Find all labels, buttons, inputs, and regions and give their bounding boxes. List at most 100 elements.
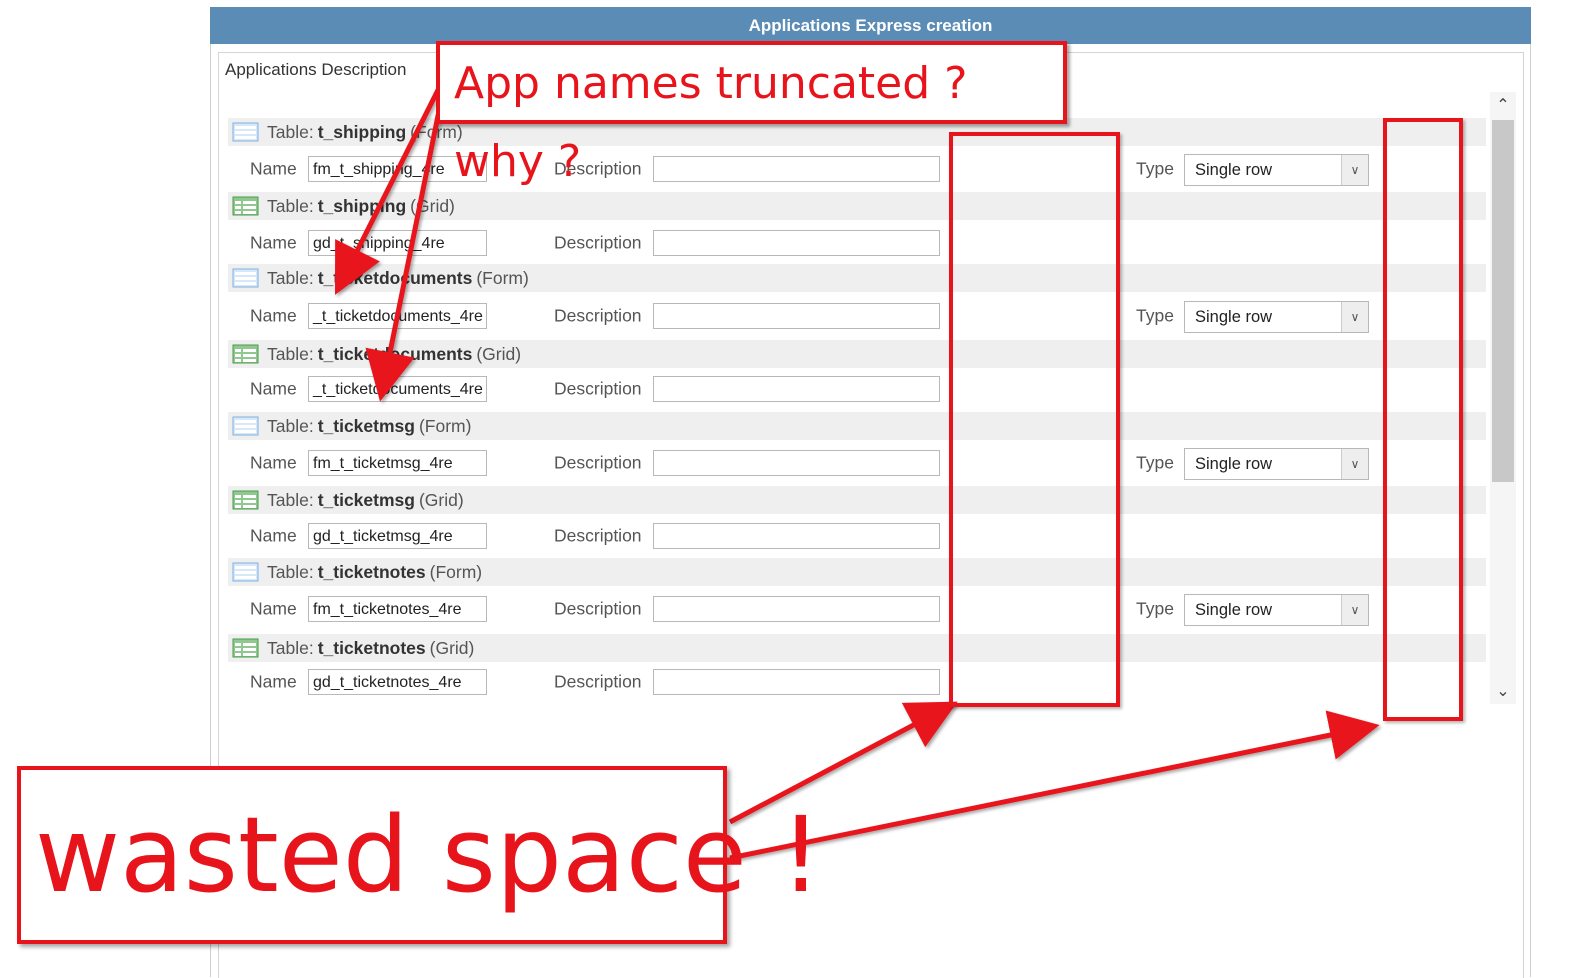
table-prefix: Table:: [267, 637, 314, 658]
table-kind: (Grid): [429, 637, 475, 658]
description-input[interactable]: [653, 303, 940, 329]
name-label: Name: [250, 671, 297, 692]
grid-icon: [232, 344, 259, 364]
name-input[interactable]: fm_t_ticketnotes_4re: [308, 596, 487, 622]
name-input[interactable]: fm_t_ticketmsg_4re: [308, 450, 487, 476]
table-header: Table: t_shipping (Grid): [228, 192, 1486, 220]
panel-legend: Applications Description: [225, 60, 407, 79]
table-name: t_ticketmsg: [317, 489, 415, 510]
scroll-thumb[interactable]: [1492, 120, 1514, 482]
name-input[interactable]: _t_ticketdocuments_4re: [308, 303, 487, 329]
table-kind: (Form): [418, 415, 472, 436]
callout-truncated-names: App names truncated ? why ?: [436, 41, 1067, 187]
name-label: Name: [250, 305, 297, 326]
description-label: Description: [554, 452, 642, 473]
description-input[interactable]: [653, 376, 940, 402]
table-header: Table: t_ticketdocuments (Form): [228, 264, 1486, 292]
type-select-value: Single row: [1195, 161, 1273, 179]
table-header: Table: t_ticketmsg (Grid): [228, 486, 1486, 514]
callout-wasted-space: wasted space !: [17, 766, 822, 944]
table-header: Table: t_ticketnotes (Grid): [228, 634, 1486, 662]
name-label: Name: [250, 232, 297, 253]
table-prefix: Table:: [267, 195, 314, 216]
type-label: Type: [1136, 305, 1174, 326]
type-select[interactable]: Single row ∨: [1184, 594, 1369, 626]
description-input[interactable]: [653, 230, 940, 256]
chevron-down-icon[interactable]: ∨: [1341, 155, 1368, 185]
chevron-down-icon[interactable]: ∨: [1341, 449, 1368, 479]
description-label: Description: [554, 598, 642, 619]
type-select-value: Single row: [1195, 455, 1273, 473]
form-icon: [232, 122, 259, 142]
table-prefix: Table:: [267, 415, 314, 436]
type-select-value: Single row: [1195, 601, 1273, 619]
description-input[interactable]: [653, 596, 940, 622]
table-prefix: Table:: [267, 343, 314, 364]
application-row: Name _t_ticketdocuments_4re Description: [228, 373, 1486, 405]
table-name: t_ticketnotes: [317, 637, 426, 658]
grid-icon: [232, 196, 259, 216]
name-input[interactable]: gd_t_shipping_4re: [308, 230, 487, 256]
grid-icon: [232, 638, 259, 658]
description-label: Description: [554, 525, 642, 546]
application-row: Name fm_t_ticketmsg_4re Description Type…: [228, 447, 1486, 480]
type-label: Type: [1136, 452, 1174, 473]
type-select[interactable]: Single row ∨: [1184, 301, 1369, 333]
name-input[interactable]: _t_ticketdocuments_4re: [308, 376, 487, 402]
name-label: Name: [250, 452, 297, 473]
description-input[interactable]: [653, 523, 940, 549]
description-label: Description: [554, 378, 642, 399]
grid-icon: [232, 490, 259, 510]
application-row: Name fm_t_shipping_4re Description Type S…: [228, 153, 1486, 186]
table-prefix: Table:: [267, 561, 314, 582]
table-prefix: Table:: [267, 121, 314, 142]
type-label: Type: [1136, 598, 1174, 619]
frame-right-border: [1530, 44, 1531, 977]
table-header: Table: t_ticketnotes (Form): [228, 558, 1486, 586]
table-name: t_shipping: [317, 195, 407, 216]
table-kind: (Grid): [476, 343, 522, 364]
name-label: Name: [250, 158, 297, 179]
table-name: t_ticketmsg: [317, 415, 415, 436]
description-label: Description: [554, 232, 642, 253]
application-row: Name gd_t_ticketmsg_4re Description: [228, 520, 1486, 552]
table-header: Table: t_ticketmsg (Form): [228, 412, 1486, 440]
table-header: Table: t_ticketdocuments (Grid): [228, 340, 1486, 368]
application-row: Name _t_ticketdocuments_4re Description …: [228, 300, 1486, 333]
scroll-up-icon[interactable]: ⌃: [1490, 92, 1516, 118]
description-input[interactable]: [653, 156, 940, 182]
name-input[interactable]: gd_t_ticketmsg_4re: [308, 523, 487, 549]
name-input[interactable]: gd_t_ticketnotes_4re: [308, 669, 487, 695]
wasted-space-highlight-middle: [949, 132, 1120, 707]
name-label: Name: [250, 598, 297, 619]
table-name: t_ticketdocuments: [317, 343, 473, 364]
table-kind: (Form): [476, 267, 529, 288]
application-row: Name gd_t_ticketnotes_4re Description: [228, 666, 1486, 698]
table-kind: (Form): [429, 561, 483, 582]
window-title-bar: Applications Express creation: [210, 7, 1531, 44]
type-select[interactable]: Single row ∨: [1184, 154, 1369, 186]
description-label: Description: [554, 671, 642, 692]
chevron-down-icon[interactable]: ∨: [1341, 595, 1368, 625]
application-row: Name fm_t_ticketnotes_4re Description Ty…: [228, 593, 1486, 626]
description-input[interactable]: [653, 669, 940, 695]
name-label: Name: [250, 378, 297, 399]
description-label: Description: [554, 305, 642, 326]
form-icon: [232, 562, 259, 582]
chevron-down-icon[interactable]: ∨: [1341, 302, 1368, 332]
window-title: Applications Express creation: [748, 15, 993, 35]
table-name: t_ticketdocuments: [317, 267, 473, 288]
form-icon: [232, 416, 259, 436]
table-name: t_shipping: [317, 121, 407, 142]
table-prefix: Table:: [267, 489, 314, 510]
scroll-down-icon[interactable]: ⌄: [1490, 678, 1516, 704]
table-prefix: Table:: [267, 267, 314, 288]
description-input[interactable]: [653, 450, 940, 476]
vertical-scrollbar[interactable]: ⌃ ⌄: [1490, 92, 1516, 704]
application-row: Name gd_t_shipping_4re Description: [228, 227, 1486, 259]
table-kind: (Grid): [410, 195, 455, 216]
table-name: t_ticketnotes: [317, 561, 426, 582]
type-label: Type: [1136, 158, 1174, 179]
type-select[interactable]: Single row ∨: [1184, 448, 1369, 480]
form-icon: [232, 268, 259, 288]
